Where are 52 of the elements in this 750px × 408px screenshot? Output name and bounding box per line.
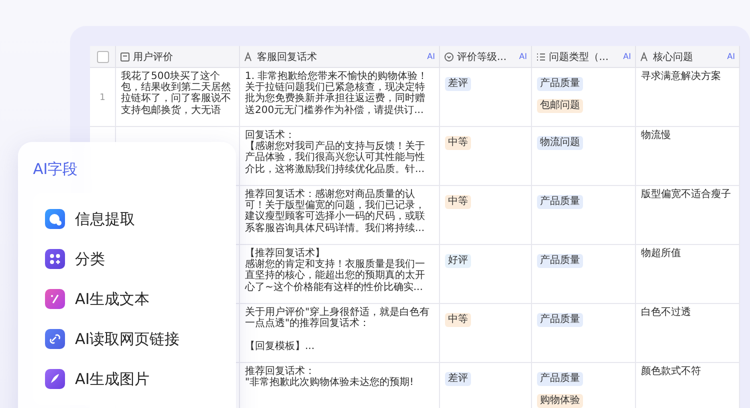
reply-paragraph: 推荐回复话术：感谢您对商品质量的认可！关于版型偏宽的问题，我们已记录，建议瘦型顾客可选择小一码的尺码，或联系客服咨询具体尺码详情。我们将持续... (245, 189, 426, 234)
reply-paragraph: 回复话术： (245, 130, 295, 141)
type-tag: 产品质量 (537, 254, 583, 268)
column-header[interactable]: 用户评价 (116, 46, 240, 68)
core-issue-cell: 物流慢 (636, 127, 740, 186)
type-tag: 物流问题 (537, 136, 583, 150)
column-header[interactable]: 客服回复话术 AI (240, 46, 440, 68)
brush-icon (45, 369, 65, 389)
row-number-cell: 1 (90, 68, 116, 127)
core-issue-cell: 白色不过透 (636, 304, 740, 363)
link-icon (45, 329, 65, 349)
reply-paragraph: 感谢您的肯定和支持！衣服质量是我们一直坚持的核心，能超出您的预期真的太开心了~这个价格能有这样的性价比确实... (245, 259, 426, 293)
reply-paragraph: 【回复模板】... (245, 340, 316, 352)
type-tag: 产品质量 (537, 195, 583, 209)
list-icon (536, 52, 546, 62)
column-header[interactable]: 评价等级... AI (440, 46, 532, 68)
type-tag: 产品质量 (537, 77, 583, 91)
rating-tag: 中等 (445, 195, 471, 209)
rating-tag: 差评 (445, 77, 471, 91)
ai-text-icon (640, 52, 650, 62)
reply-paragraph: 【推荐回复话术】 (245, 248, 325, 259)
reply-paragraph: 关于用户评价"穿上身很舒适，就是白色有一点点透"的推荐回复话术： (245, 307, 431, 330)
column-header[interactable]: 问题类型（... AI (532, 46, 636, 68)
popup-title: AI字段 (33, 160, 79, 179)
menu-item[interactable]: 信息提取 (45, 199, 216, 239)
column-header[interactable]: 核心问题 AI (636, 46, 740, 68)
review-cell: 我花了500块买了这个包，结果收到第二天居然拉链坏了，问了客服说不支持包邮换货，大无语 (116, 68, 240, 127)
rating-tag: 中等 (445, 136, 471, 150)
reply-paragraph: 推荐回复话术： (245, 366, 316, 377)
rating-tag: 差评 (445, 372, 471, 386)
reply-paragraph: 1. 非常抱歉给您带来不愉快的购物体验！关于拉链问题我们已紧急核查，现决定特批为您免费换新并承担往返运费，同时赠送200元无门槛券作为补偿，请提供订... (245, 71, 429, 116)
reply-paragraph: 【感谢您对我司产品的支持与反馈！关于产品体验，我们很高兴您认可其性能与性介比，这将激励我们持续优化品质。针... (245, 141, 426, 175)
select-all-checkbox[interactable] (96, 50, 108, 62)
rating-tag: 好评 (445, 254, 471, 268)
core-issue-cell: 版型偏宽不适合瘦子 (636, 186, 740, 245)
ai-text-icon (244, 52, 254, 62)
dropdown-icon (444, 52, 454, 62)
reply-paragraph: "非常抱歉此次购物体验未达您的预期! (245, 377, 415, 388)
menu-item[interactable]: AI读取网页链接 (45, 319, 216, 359)
menu-item[interactable]: AI生成图片 (45, 359, 216, 399)
grid-icon (45, 249, 65, 269)
menu-item[interactable]: 分类 (45, 239, 216, 279)
text-field-icon (120, 52, 130, 62)
type-tag: 购物体验 (537, 394, 583, 408)
core-issue-cell: 物超所值 (636, 245, 740, 304)
type-tag: 产品质量 (537, 313, 583, 327)
menu-item[interactable]: AI生成文本 (45, 279, 216, 319)
rating-tag: 中等 (445, 313, 471, 327)
type-tag: 包邮问题 (537, 99, 583, 113)
type-tag: 产品质量 (537, 372, 583, 386)
core-issue-cell: 颜色款式不符 (636, 363, 740, 408)
core-issue-cell: 寻求满意解决方案 (636, 68, 740, 127)
